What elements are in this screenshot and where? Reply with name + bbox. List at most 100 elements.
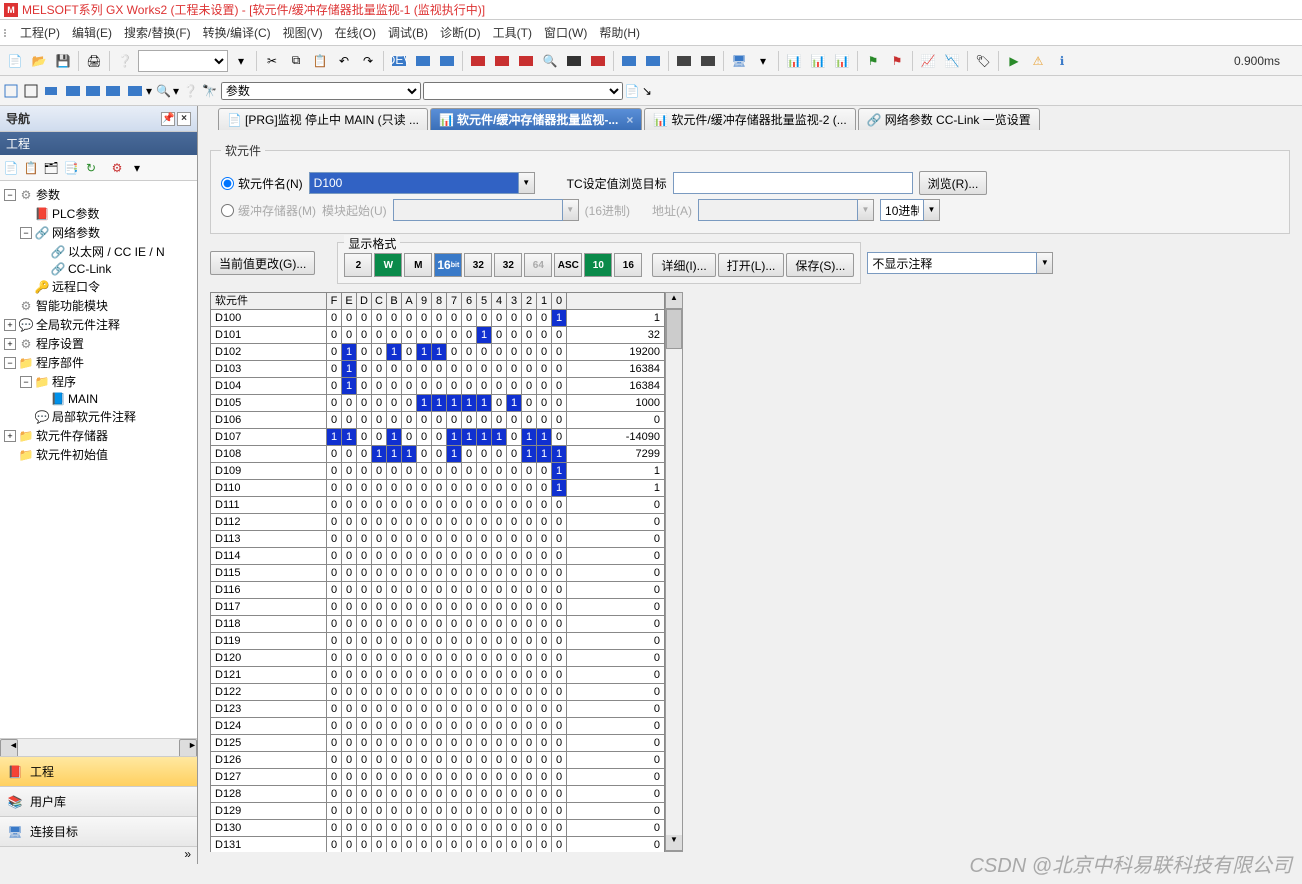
cell-value[interactable]: 0 [567,531,665,548]
cell-bit[interactable]: 0 [477,701,492,718]
cell-device[interactable]: D127 [211,769,327,786]
cell-device[interactable]: D113 [211,531,327,548]
cell-bit[interactable]: 0 [507,650,522,667]
grid-row[interactable]: D101000000000010000032 [211,327,665,344]
cell-bit[interactable]: 1 [327,429,342,446]
cell-bit[interactable]: 0 [477,718,492,735]
cell-device[interactable]: D122 [211,684,327,701]
cell-bit[interactable]: 0 [402,837,417,853]
cell-device[interactable]: D118 [211,616,327,633]
cell-bit[interactable]: 0 [507,344,522,361]
cell-bit[interactable]: 0 [402,565,417,582]
cell-value[interactable]: 1 [567,310,665,327]
cell-bit[interactable]: 0 [357,531,372,548]
tree-prog[interactable]: −📁程序 [4,372,193,391]
dev-btn-a[interactable] [618,50,640,72]
cell-bit[interactable]: 0 [522,684,537,701]
cell-bit[interactable]: 0 [402,582,417,599]
cell-bit[interactable]: 0 [477,463,492,480]
cell-bit[interactable]: 0 [372,701,387,718]
cell-bit[interactable]: 0 [357,548,372,565]
cell-bit[interactable]: 0 [432,667,447,684]
grid-row[interactable]: D11700000000000000000 [211,599,665,616]
dev-box-4[interactable] [126,82,144,100]
cell-bit[interactable]: 0 [477,820,492,837]
cell-bit[interactable]: 0 [357,599,372,616]
cell-bit[interactable]: 0 [507,412,522,429]
cell-bit[interactable]: 0 [462,446,477,463]
cell-bit[interactable]: 0 [327,650,342,667]
cell-bit[interactable]: 0 [342,446,357,463]
cell-bit[interactable]: 0 [327,599,342,616]
cell-bit[interactable]: 0 [342,395,357,412]
cell-bit[interactable]: 0 [537,616,552,633]
menu-search[interactable]: 搜索/替换(F) [118,22,197,43]
cell-bit[interactable]: 0 [357,378,372,395]
cell-bit[interactable]: 1 [552,463,567,480]
cell-value[interactable]: 0 [567,633,665,650]
cell-bit[interactable]: 0 [402,803,417,820]
cell-bit[interactable]: 0 [537,701,552,718]
cell-bit[interactable]: 0 [507,752,522,769]
cell-value[interactable]: 0 [567,837,665,853]
cell-bit[interactable]: 0 [417,633,432,650]
cell-bit[interactable]: 0 [462,565,477,582]
cell-bit[interactable]: 0 [537,514,552,531]
cell-bit[interactable]: 0 [462,752,477,769]
cell-device[interactable]: D102 [211,344,327,361]
grid-row[interactable]: D12700000000000000000 [211,769,665,786]
cell-bit[interactable]: 0 [507,531,522,548]
grid-vscroll[interactable]: ▲ ▼ [665,292,683,852]
cell-bit[interactable]: 0 [507,701,522,718]
cell-bit[interactable]: 0 [432,429,447,446]
cell-device[interactable]: D117 [211,599,327,616]
cell-device[interactable]: D101 [211,327,327,344]
dec-input[interactable] [880,199,924,221]
cell-bit[interactable]: 0 [507,582,522,599]
close-icon[interactable]: × [626,113,633,127]
cell-bit[interactable]: 0 [432,837,447,853]
cell-bit[interactable]: 0 [507,667,522,684]
chart-btn-2[interactable]: 📊 [807,50,829,72]
cell-bit[interactable]: 0 [402,429,417,446]
cell-bit[interactable]: 0 [387,412,402,429]
cell-bit[interactable]: 0 [492,531,507,548]
cell-bit[interactable]: 0 [522,786,537,803]
cell-bit[interactable]: 0 [492,803,507,820]
cell-value[interactable]: 0 [567,548,665,565]
cell-bit[interactable]: 0 [507,446,522,463]
cell-device[interactable]: D130 [211,820,327,837]
cell-bit[interactable]: 1 [552,310,567,327]
cell-bit[interactable]: 1 [417,395,432,412]
cell-bit[interactable]: 0 [522,480,537,497]
graph-btn-2[interactable]: 📉 [941,50,963,72]
cell-bit[interactable]: 0 [462,786,477,803]
nav-tab-conn[interactable]: 🖥连接目标 [0,816,197,846]
red-btn-3[interactable] [515,50,537,72]
cell-bit[interactable]: 0 [327,531,342,548]
cell-bit[interactable]: 0 [357,429,372,446]
cell-bit[interactable]: 0 [507,837,522,853]
cell-bit[interactable]: 0 [372,327,387,344]
cell-bit[interactable]: 0 [462,531,477,548]
cell-bit[interactable]: 0 [342,310,357,327]
cell-bit[interactable]: 0 [552,531,567,548]
cell-bit[interactable]: 0 [462,412,477,429]
cell-bit[interactable]: 0 [402,531,417,548]
cell-bit[interactable]: 1 [342,361,357,378]
cell-device[interactable]: D103 [211,361,327,378]
cell-bit[interactable]: 0 [357,361,372,378]
cell-device[interactable]: D112 [211,514,327,531]
pin-icon[interactable]: 📌 [161,112,175,126]
cell-bit[interactable]: 0 [342,735,357,752]
menu-convert[interactable]: 转换/编译(C) [197,22,277,43]
tree-ethernet[interactable]: 🔗以太网 / CC IE / N [4,242,193,261]
cell-bit[interactable]: 0 [477,684,492,701]
doc-button[interactable]: 📄 [625,84,640,98]
cell-bit[interactable]: 0 [507,820,522,837]
cell-bit[interactable]: 0 [492,633,507,650]
cell-bit[interactable]: 0 [552,599,567,616]
cell-device[interactable]: D125 [211,735,327,752]
cell-bit[interactable]: 0 [417,599,432,616]
cell-bit[interactable]: 0 [327,803,342,820]
